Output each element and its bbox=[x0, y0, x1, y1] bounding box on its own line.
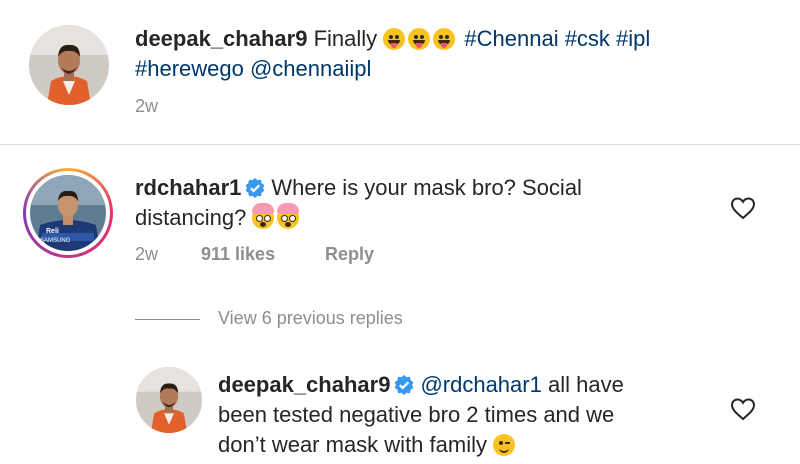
comment-body-line2: distancing? bbox=[135, 205, 247, 230]
reply-body-line1: all have bbox=[547, 372, 624, 397]
heart-outline-icon[interactable] bbox=[730, 397, 756, 421]
caption-body: Finally bbox=[313, 26, 378, 51]
reply-username[interactable]: deepak_chahar9 bbox=[218, 372, 390, 397]
view-replies-line bbox=[135, 319, 200, 320]
reply-text: deepak_chahar9 @rdchahar1 all have been t… bbox=[218, 370, 718, 460]
comment-avatar: Reli SAMSUNG bbox=[30, 175, 106, 251]
verified-badge-icon bbox=[395, 375, 414, 395]
avatar-photo bbox=[29, 25, 109, 105]
caption-text: deepak_chahar9 Finally #Chennai #csk #ip… bbox=[135, 24, 775, 84]
reply-body-line2: been tested negative bro 2 times and we bbox=[218, 402, 615, 427]
avatar-jersey-sponsor: SAMSUNG bbox=[40, 238, 71, 244]
reply-body-line3: don’t wear mask with family bbox=[218, 432, 487, 457]
face-with-tongue-icon bbox=[408, 28, 431, 50]
reply-button[interactable]: Reply bbox=[325, 244, 374, 265]
comment-avatar-story-ring[interactable]: Reli SAMSUNG bbox=[23, 168, 113, 258]
face-with-tongue-icon bbox=[433, 28, 456, 50]
caption-avatar[interactable] bbox=[29, 25, 109, 105]
comment-likes[interactable]: 911 likes bbox=[201, 244, 275, 265]
exploding-head-icon bbox=[252, 203, 275, 229]
comment-age: 2w bbox=[135, 244, 159, 264]
verified-badge-icon bbox=[245, 178, 265, 198]
caption-username[interactable]: deepak_chahar9 bbox=[135, 26, 307, 51]
caption-hashtags[interactable]: #Chennai #csk #ipl bbox=[464, 26, 650, 51]
reply-avatar[interactable] bbox=[136, 367, 202, 433]
comment-body-line1: Where is your mask bro? Social bbox=[271, 175, 582, 200]
exploding-head-icon bbox=[277, 203, 300, 229]
winking-face-icon bbox=[493, 434, 516, 456]
caption-hashtags-line2[interactable]: #herewego @chennaiipl bbox=[135, 56, 371, 81]
divider bbox=[0, 144, 800, 145]
comment-username[interactable]: rdchahar1 bbox=[135, 175, 241, 200]
heart-outline-icon[interactable] bbox=[730, 196, 756, 220]
comment-text: rdchahar1 Where is your mask bro? Social … bbox=[135, 173, 715, 233]
avatar-jersey-text: Reli bbox=[46, 228, 59, 235]
avatar-photo bbox=[136, 367, 202, 433]
view-previous-replies[interactable]: View 6 previous replies bbox=[218, 308, 403, 329]
reply-mention[interactable]: @rdchahar1 bbox=[420, 372, 541, 397]
face-with-tongue-icon bbox=[383, 28, 406, 50]
caption-age: 2w bbox=[135, 96, 159, 116]
